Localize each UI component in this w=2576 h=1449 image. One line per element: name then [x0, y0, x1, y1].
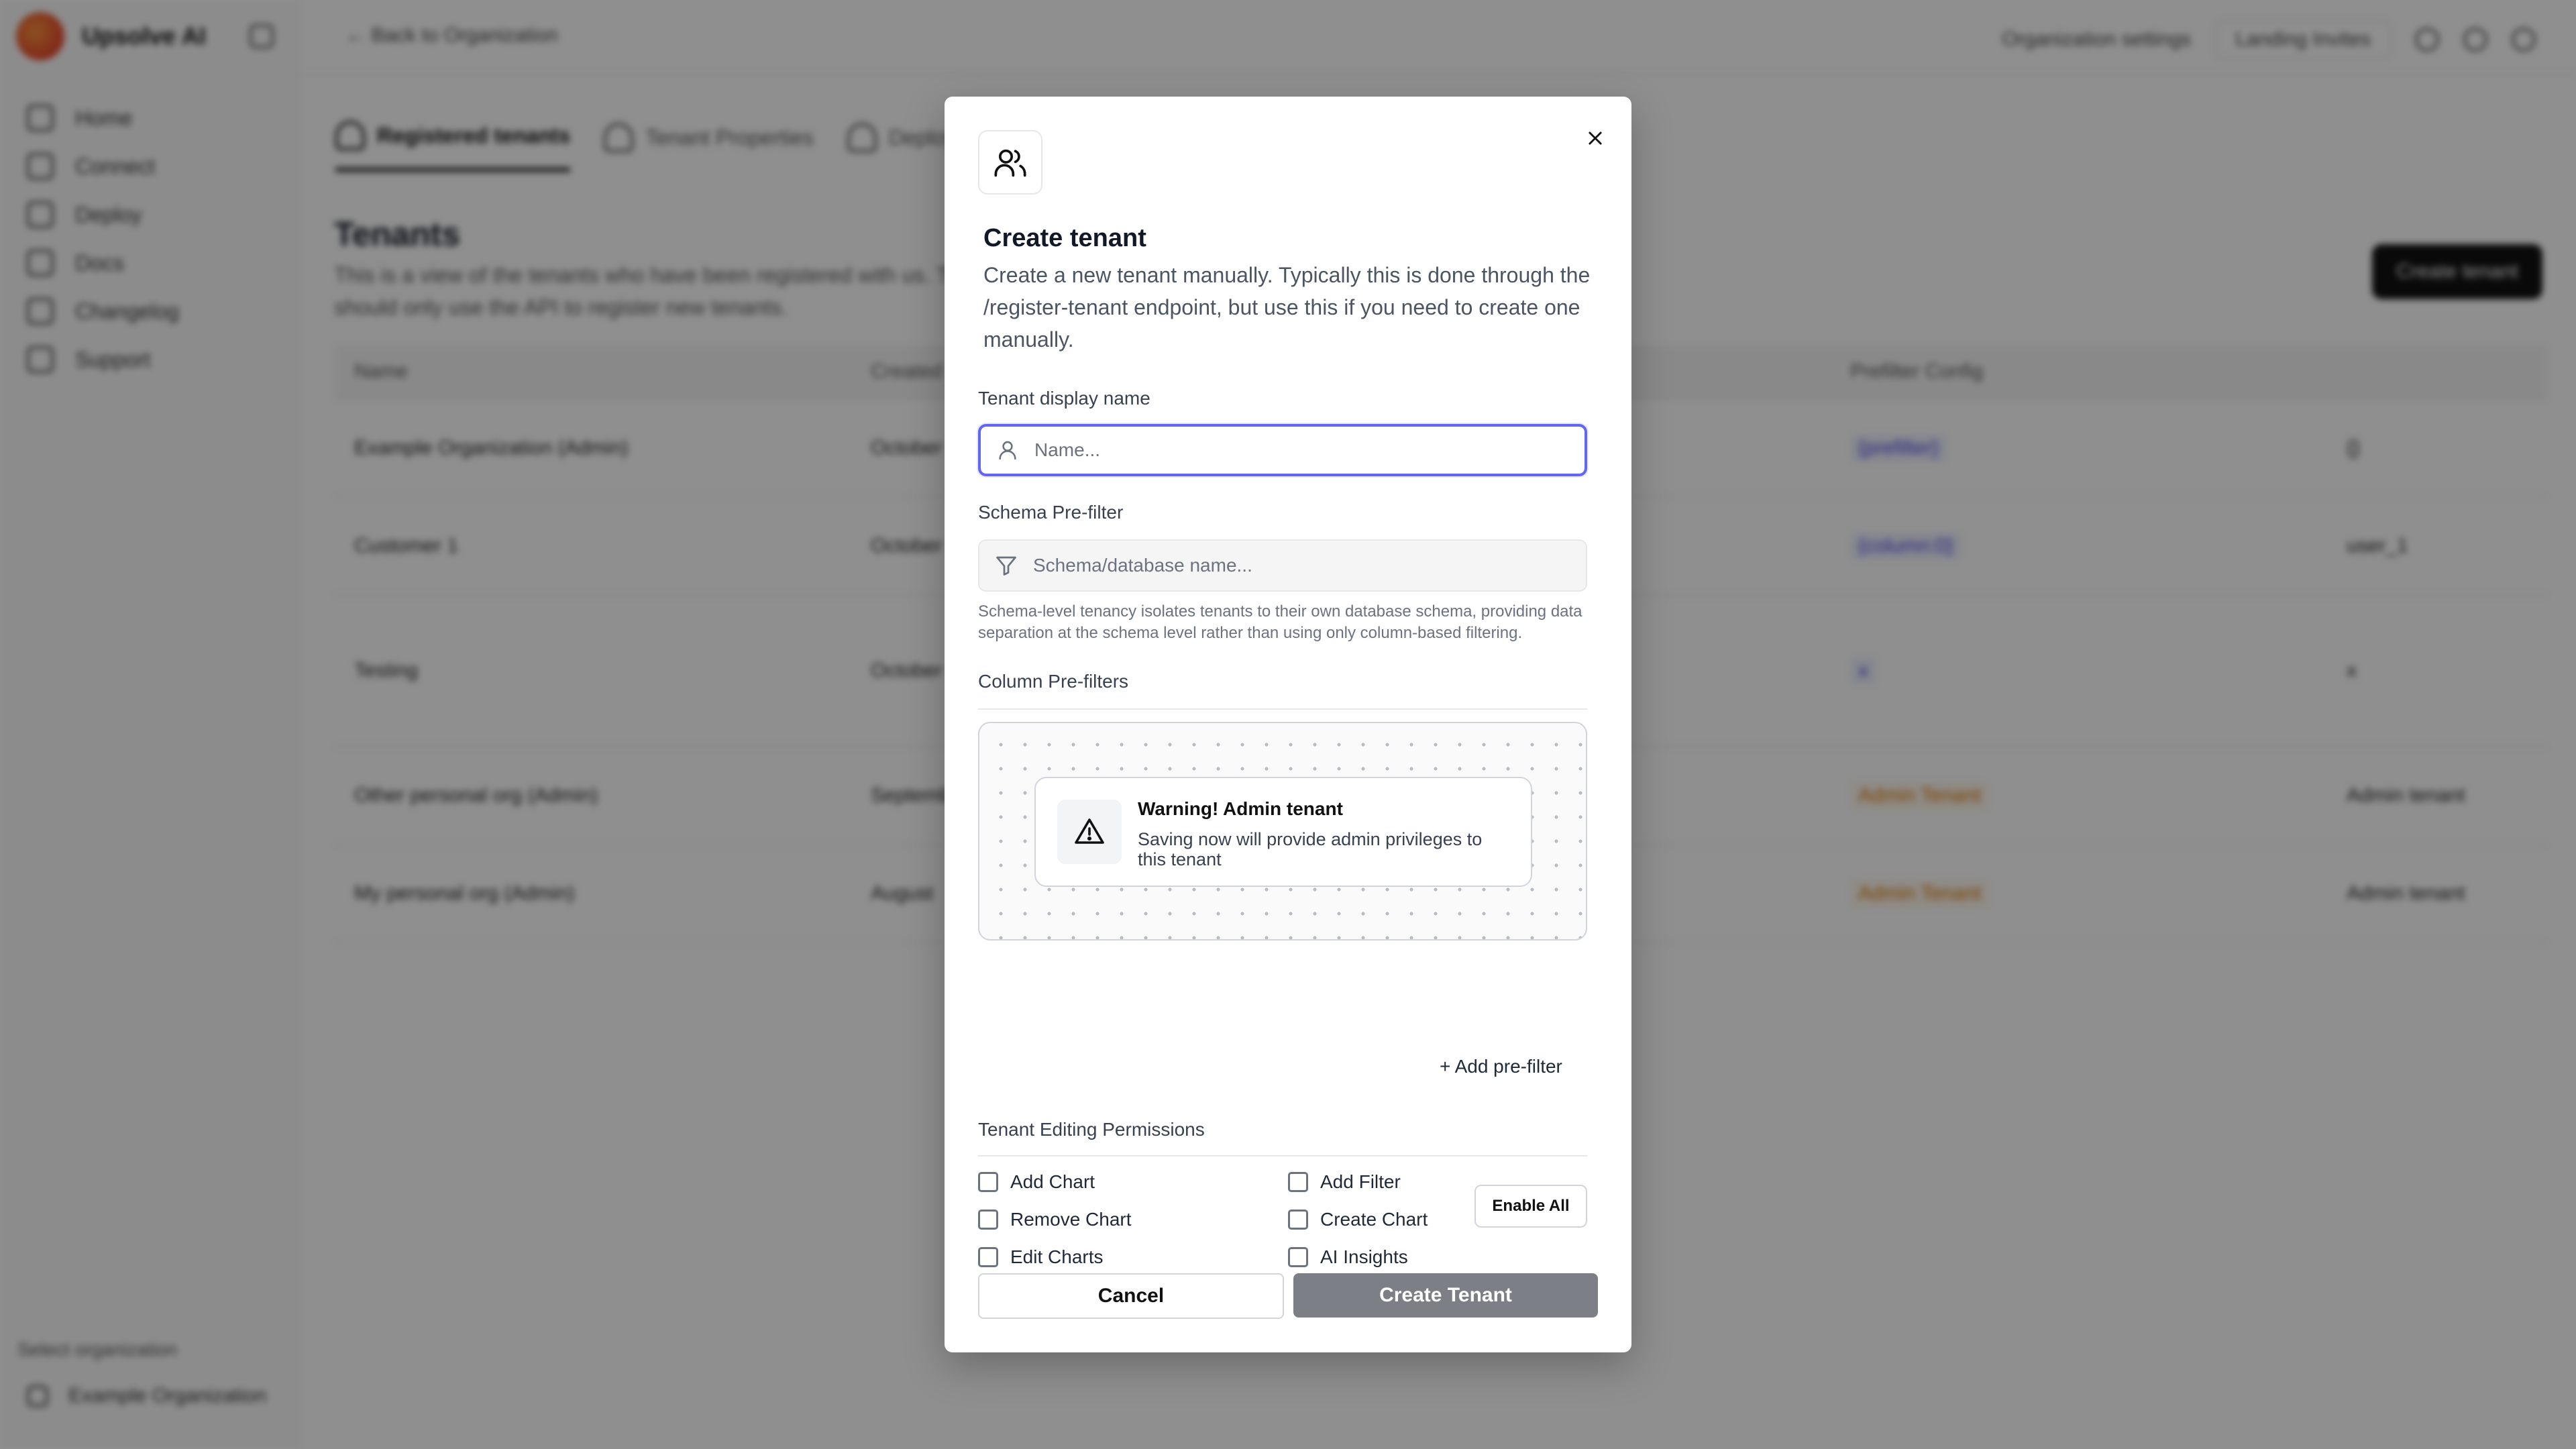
close-button[interactable]	[1574, 117, 1617, 160]
permissions-divider	[978, 1155, 1587, 1157]
users-icon	[994, 149, 1026, 177]
add-filter-checkbox[interactable]	[1288, 1172, 1308, 1192]
dialog-title: Create tenant	[983, 224, 1146, 252]
schema-prefilter-input[interactable]	[1033, 545, 1583, 586]
admin-tenant-warning: Warning! Admin tenant Saving now will pr…	[1034, 777, 1532, 887]
permissions-label: Tenant Editing Permissions	[978, 1119, 1205, 1140]
add-prefilter-button[interactable]: + Add pre-filter	[1440, 1056, 1562, 1077]
column-prefilters-divider	[978, 708, 1587, 710]
schema-helper-text: Schema-level tenancy isolates tenants to…	[978, 602, 1582, 642]
column-prefilters-label: Column Pre-filters	[978, 671, 1129, 692]
permission-label: Add Chart	[1010, 1171, 1095, 1192]
permission-label: Add Filter	[1320, 1171, 1401, 1192]
dialog-description: Create a new tenant manually. Typically …	[983, 263, 1591, 352]
permission-remove-chart[interactable]: Remove Chart	[978, 1209, 1132, 1230]
create-tenant-dialog: Create tenant Create a new tenant manual…	[945, 97, 1631, 1352]
ai-insights-checkbox[interactable]	[1288, 1247, 1308, 1267]
edit-charts-checkbox[interactable]	[978, 1247, 998, 1267]
user-icon	[981, 439, 1034, 462]
permission-label: Create Chart	[1320, 1209, 1428, 1230]
permission-edit-charts[interactable]: Edit Charts	[978, 1246, 1104, 1268]
permission-label: AI Insights	[1320, 1246, 1408, 1267]
dialog-header-icon	[978, 130, 1042, 195]
create-tenant-submit-button[interactable]: Create Tenant	[1293, 1273, 1598, 1318]
tenant-display-name-input[interactable]	[1034, 430, 1585, 470]
tenant-display-name-field[interactable]	[978, 424, 1587, 476]
warning-icon-box	[1057, 800, 1122, 864]
permission-label: Edit Charts	[1010, 1246, 1104, 1267]
warning-title: Warning! Admin tenant	[1138, 798, 1343, 819]
filter-icon	[979, 553, 1033, 578]
schema-prefilter-field[interactable]	[978, 539, 1587, 592]
warning-icon	[1075, 818, 1104, 844]
warning-text: Saving now will provide admin privileges…	[1138, 829, 1483, 869]
permission-add-chart[interactable]: Add Chart	[978, 1171, 1095, 1193]
column-prefilters-area: Warning! Admin tenant Saving now will pr…	[978, 722, 1587, 941]
cancel-button[interactable]: Cancel	[978, 1273, 1284, 1319]
permission-add-filter[interactable]: Add Filter	[1288, 1171, 1401, 1193]
permission-ai-insights[interactable]: AI Insights	[1288, 1246, 1408, 1268]
create-chart-checkbox[interactable]	[1288, 1210, 1308, 1230]
tenant-display-name-label: Tenant display name	[978, 388, 1150, 409]
enable-all-button[interactable]: Enable All	[1474, 1185, 1587, 1228]
add-chart-checkbox[interactable]	[978, 1172, 998, 1192]
schema-prefilter-label: Schema Pre-filter	[978, 502, 1124, 523]
remove-chart-checkbox[interactable]	[978, 1210, 998, 1230]
permission-create-chart[interactable]: Create Chart	[1288, 1209, 1428, 1230]
close-icon	[1589, 131, 1602, 145]
permission-label: Remove Chart	[1010, 1209, 1132, 1230]
